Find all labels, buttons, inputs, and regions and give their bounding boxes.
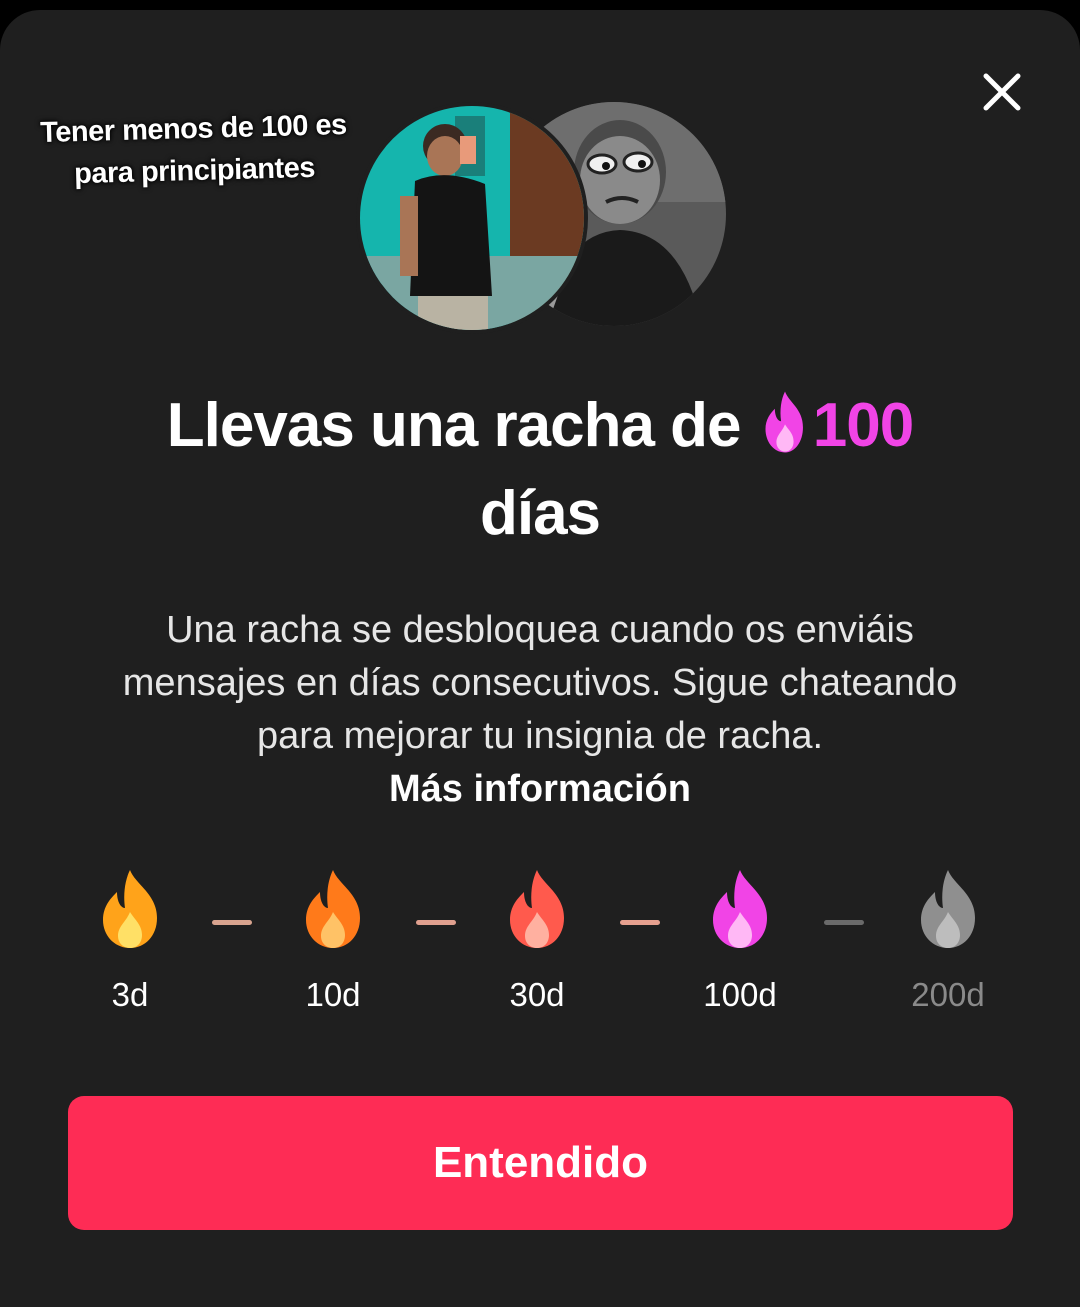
milestone-30d: 30d bbox=[467, 868, 607, 1014]
streak-flame-icon bbox=[765, 391, 803, 453]
close-button[interactable] bbox=[970, 60, 1034, 124]
flame-icon bbox=[510, 870, 564, 948]
streak-sheet: Tener menos de 100 es para principiantes bbox=[0, 10, 1080, 1307]
avatar-pair bbox=[356, 102, 736, 334]
title-suffix: días bbox=[479, 479, 601, 548]
streak-title: Llevas una racha de 100 días bbox=[60, 382, 1020, 558]
milestone-label: 3d bbox=[111, 976, 149, 1013]
milestone-200d: 200d bbox=[878, 868, 1018, 1014]
flame-icon bbox=[713, 870, 767, 948]
description-text: Una racha se desbloquea cuando os enviái… bbox=[122, 609, 958, 757]
milestone-label: 200d bbox=[911, 976, 985, 1013]
milestone-track: 3d 10d 30d 100d 200d bbox=[0, 868, 1080, 1028]
title-prefix: Llevas una racha de bbox=[166, 391, 757, 460]
milestone-label: 10d bbox=[305, 976, 361, 1013]
milestone-connector bbox=[212, 920, 252, 925]
flame-icon bbox=[921, 870, 975, 948]
milestone-connector bbox=[824, 920, 864, 925]
close-icon bbox=[983, 73, 1021, 111]
milestone-3d: 3d bbox=[60, 868, 200, 1014]
more-info-link[interactable]: Más información bbox=[80, 763, 1000, 816]
caption-line-2: para principiantes bbox=[73, 151, 316, 191]
milestone-100d: 100d bbox=[670, 868, 810, 1014]
avatar-user bbox=[356, 102, 588, 334]
caption-line-1: Tener menos de 100 es bbox=[39, 109, 348, 150]
milestone-connector bbox=[620, 920, 660, 925]
milestone-connector bbox=[416, 920, 456, 925]
milestone-10d: 10d bbox=[263, 868, 403, 1014]
streak-description: Una racha se desbloquea cuando os enviái… bbox=[80, 604, 1000, 816]
got-it-button[interactable]: Entendido bbox=[68, 1096, 1013, 1230]
sticker-caption: Tener menos de 100 es para principiantes bbox=[23, 104, 365, 197]
flame-icon bbox=[306, 870, 360, 948]
milestone-label: 30d bbox=[509, 976, 565, 1013]
streak-count: 100 bbox=[812, 391, 914, 460]
flame-icon bbox=[103, 870, 157, 948]
milestone-label: 100d bbox=[703, 976, 777, 1013]
